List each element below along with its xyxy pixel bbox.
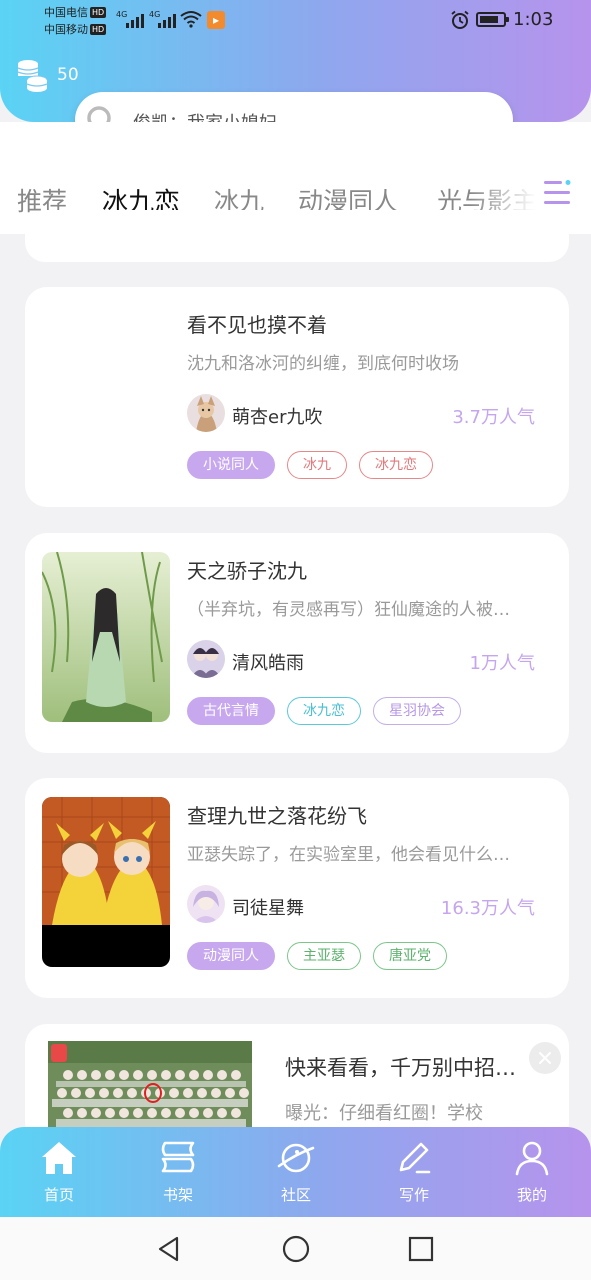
nav-label: 写作	[398, 1186, 429, 1204]
category-menu-icon[interactable]	[542, 178, 574, 208]
book-title: 查理九世之落花纷飞	[187, 804, 367, 828]
popularity: 3.7万人气	[452, 407, 535, 428]
book-card[interactable]: 查理九世之落花纷飞 亚瑟失踪了，在实验室里，他会看见什么… 司徒星舞 16.3万…	[25, 778, 569, 998]
signal-1-icon	[126, 12, 144, 28]
tag[interactable]: 星羽协会	[373, 697, 461, 725]
tag[interactable]: 主亚瑟	[287, 942, 361, 970]
nav-label: 社区	[280, 1186, 311, 1204]
nav-bookshelf[interactable]: 书架	[128, 1127, 228, 1217]
home-icon	[42, 1142, 76, 1174]
author-avatar	[187, 640, 225, 678]
card-partial	[25, 210, 569, 262]
coin-count: 50	[57, 65, 79, 85]
book-description: （半弃坑，有灵感再写）狂仙魔途的人被…	[187, 600, 510, 620]
nav-label: 我的	[516, 1186, 547, 1204]
nav-write[interactable]: 写作	[364, 1127, 464, 1217]
popularity: 1万人气	[469, 653, 535, 674]
system-navigation-bar	[0, 1217, 591, 1280]
book-cover-image	[42, 552, 170, 722]
book-card[interactable]: 天之骄子沈九 （半弃坑，有灵感再写）狂仙魔途的人被… 清风皓雨 1万人气 古代言…	[25, 533, 569, 753]
planet-icon	[277, 1143, 315, 1173]
ad-close-button[interactable]	[529, 1042, 561, 1074]
carrier-2: 中国移动	[44, 23, 88, 36]
status-bar: 中国电信 HD 中国移动 HD 4G 4G ▸ 1:03	[0, 0, 591, 44]
tag[interactable]: 古代言情	[187, 697, 275, 725]
book-title: 天之骄子沈九	[187, 559, 307, 583]
tag[interactable]: 冰九	[287, 451, 347, 479]
nav-label: 书架	[162, 1186, 193, 1204]
carrier-1: 中国电信	[44, 6, 88, 19]
nav-community[interactable]: 社区	[246, 1127, 346, 1217]
signal-2-icon	[158, 12, 176, 28]
author-name: 司徒星舞	[232, 898, 304, 919]
ad-card[interactable]: 快来看看，千万别中招… 曝光：仔细看红圈！学校	[25, 1024, 569, 1144]
book-description: 沈九和洛冰河的纠缠，到底何时收场	[187, 354, 459, 374]
tag[interactable]: 冰九恋	[359, 451, 433, 479]
nav-label: 首页	[43, 1186, 74, 1204]
tag-list: 古代言情 冰九恋 星羽协会	[187, 697, 461, 725]
hd-badge: HD	[90, 7, 107, 18]
carrier-info: 中国电信 HD 中国移动 HD	[44, 4, 107, 38]
battery-icon	[476, 12, 509, 27]
tag-list: 小说同人 冰九 冰九恋	[187, 451, 433, 479]
coin-balance[interactable]: 50	[15, 58, 79, 92]
recents-icon[interactable]	[407, 1235, 435, 1263]
author-avatar	[187, 394, 225, 432]
nav-profile[interactable]: 我的	[482, 1127, 582, 1217]
pen-icon	[399, 1142, 431, 1174]
ad-description: 曝光：仔细看红圈！学校	[285, 1103, 483, 1124]
bookshelf-icon	[161, 1141, 195, 1173]
profile-icon	[515, 1141, 549, 1176]
book-card[interactable]: 看不见也摸不着 沈九和洛冰河的纠缠，到底何时收场 萌杏er九吹 3.7万人气 小…	[25, 287, 569, 507]
alarm-icon	[451, 10, 469, 29]
popularity: 16.3万人气	[440, 898, 535, 919]
book-title: 看不见也摸不着	[187, 313, 327, 337]
ad-title: 快来看看，千万别中招…	[285, 1056, 516, 1080]
author-avatar	[187, 885, 225, 923]
close-icon	[539, 1052, 551, 1064]
coins-icon	[17, 60, 48, 92]
tag[interactable]: 唐亚党	[373, 942, 447, 970]
bottom-navigation: 首页 书架 社区 写作 我的	[0, 1127, 591, 1217]
hd-badge: HD	[90, 24, 107, 35]
wifi-icon	[180, 11, 202, 28]
tag-list: 动漫同人 主亚瑟 唐亚党	[187, 942, 447, 970]
tag[interactable]: 小说同人	[187, 451, 275, 479]
book-cover-image	[42, 797, 170, 967]
author-name: 清风皓雨	[232, 653, 304, 674]
clock: 1:03	[513, 9, 554, 30]
app-notification-icon: ▸	[207, 11, 225, 29]
nav-home[interactable]: 首页	[9, 1127, 109, 1217]
tag[interactable]: 动漫同人	[187, 942, 275, 970]
home-circle-icon[interactable]	[281, 1234, 311, 1264]
tag[interactable]: 冰九恋	[287, 697, 361, 725]
author-name: 萌杏er九吹	[232, 407, 323, 428]
back-icon[interactable]	[155, 1235, 183, 1263]
book-description: 亚瑟失踪了，在实验室里，他会看见什么…	[187, 845, 510, 865]
